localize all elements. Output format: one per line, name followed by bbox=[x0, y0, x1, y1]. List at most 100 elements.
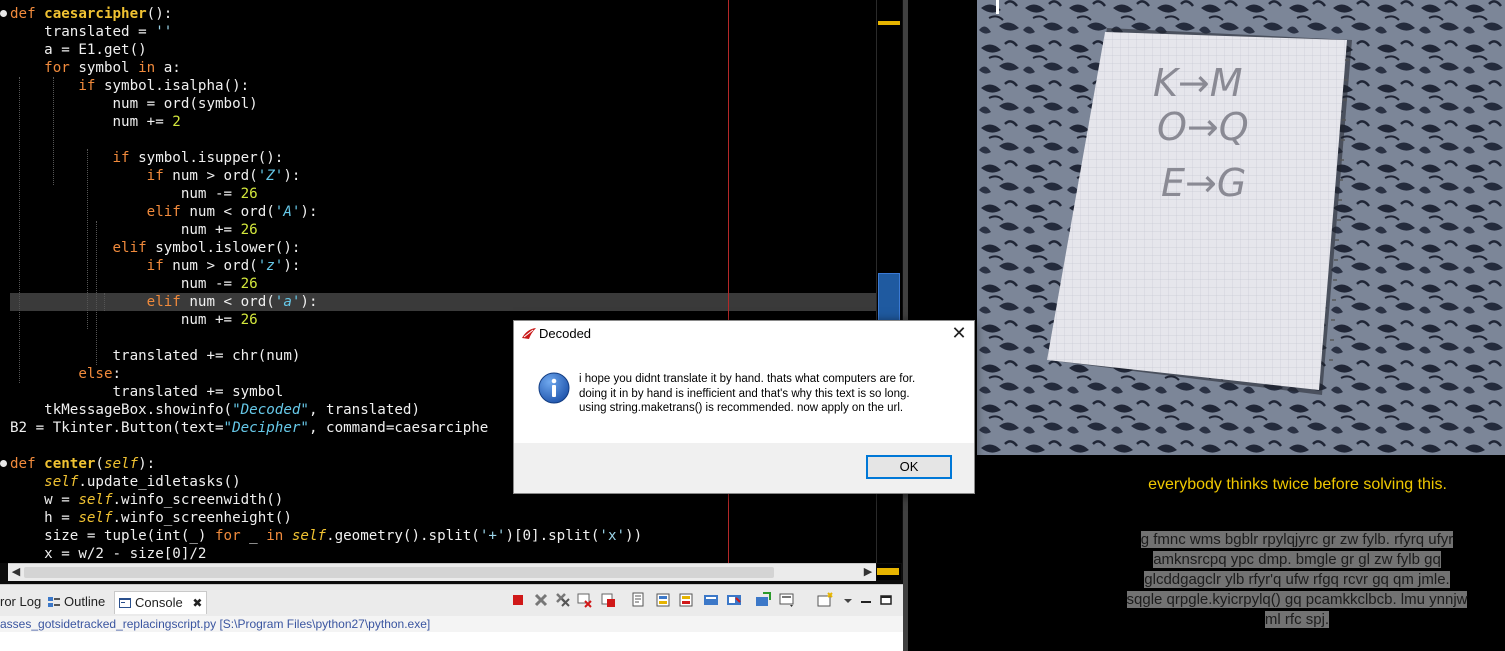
code-line[interactable]: def center(self): bbox=[10, 455, 155, 473]
code-token: translated = bbox=[10, 24, 156, 40]
code-token: symbol bbox=[78, 60, 139, 76]
scroll-lock-icon[interactable] bbox=[600, 592, 616, 608]
code-line[interactable]: if num > ord('z'): bbox=[10, 257, 301, 275]
code-token: elif bbox=[10, 240, 156, 256]
new-console-icon[interactable] bbox=[817, 592, 833, 608]
fold-marker-icon[interactable] bbox=[0, 460, 7, 467]
cipher-text: g fmnc wms bgblr rpylqjyrc gr zw fylb. r… bbox=[1096, 530, 1498, 630]
code-line[interactable]: translated += chr(num) bbox=[10, 347, 300, 365]
show-on-stdout-icon[interactable] bbox=[655, 592, 671, 608]
code-line[interactable]: num -= 26 bbox=[10, 275, 258, 293]
outline-icon bbox=[48, 597, 60, 607]
code-line[interactable]: def caesarcipher(): bbox=[10, 5, 172, 23]
code-line[interactable]: self.update_idletasks() bbox=[10, 473, 241, 491]
tab-label: Outline bbox=[64, 594, 106, 609]
code-line[interactable]: x = w/2 - size[0]/2 bbox=[10, 545, 206, 563]
code-line[interactable]: num += 2 bbox=[10, 113, 180, 131]
code-line[interactable]: num += 26 bbox=[10, 311, 258, 329]
show-on-stderr-icon[interactable] bbox=[678, 592, 694, 608]
tab-console[interactable]: Console ✖ bbox=[114, 591, 208, 614]
console-view-bar: ror Log Outline Console ✖ bbox=[0, 584, 903, 617]
cipher-line: glcddgagclr ylb rfyr'q ufw rfgq rcvr gq … bbox=[1144, 571, 1450, 588]
code-token: def bbox=[10, 6, 45, 22]
tab-error-log[interactable]: ror Log bbox=[0, 593, 41, 611]
code-token: translated += symbol bbox=[10, 384, 284, 400]
code-token: self bbox=[78, 510, 113, 526]
word-wrap-icon[interactable] bbox=[631, 592, 647, 608]
code-line[interactable]: tkMessageBox.showinfo("Decoded", transla… bbox=[10, 401, 420, 419]
console-options-icon[interactable] bbox=[779, 592, 795, 608]
code-token: a = E1.get() bbox=[10, 42, 147, 58]
code-token: ): bbox=[283, 168, 301, 184]
display-console-icon[interactable] bbox=[726, 592, 742, 608]
code-token: num += bbox=[10, 222, 241, 238]
code-token: elif bbox=[10, 204, 190, 220]
dialog-titlebar[interactable]: Decoded ✕ bbox=[514, 321, 974, 346]
code-token: num += bbox=[10, 114, 173, 130]
code-line[interactable]: else: bbox=[10, 365, 121, 383]
scroll-right-icon[interactable]: ▶ bbox=[862, 565, 874, 579]
remove-launch-icon[interactable] bbox=[533, 592, 549, 608]
code-line[interactable]: num -= 26 bbox=[10, 185, 258, 203]
code-line[interactable]: size = tuple(int(_) for _ in self.geomet… bbox=[10, 527, 642, 545]
code-token: num > ord( bbox=[172, 258, 258, 274]
minimize-icon[interactable] bbox=[858, 592, 874, 608]
code-token: h = bbox=[10, 510, 79, 526]
code-line[interactable]: elif num < ord('a'): bbox=[10, 293, 876, 311]
console-output[interactable] bbox=[0, 632, 903, 651]
tab-label: ror Log bbox=[0, 594, 42, 609]
code-line[interactable]: if symbol.isupper(): bbox=[10, 149, 283, 167]
code-line[interactable]: elif num < ord('A'): bbox=[10, 203, 318, 221]
tab-outline[interactable]: Outline bbox=[48, 593, 105, 611]
code-line[interactable]: elif symbol.islower(): bbox=[10, 239, 300, 257]
ok-button[interactable]: OK bbox=[866, 455, 952, 479]
code-line[interactable]: translated = '' bbox=[10, 23, 172, 41]
code-token: w = bbox=[10, 492, 79, 508]
code-line[interactable]: num = ord(symbol) bbox=[10, 95, 257, 113]
code-token: .winfo_screenheight() bbox=[112, 510, 292, 526]
code-token: .update_idletasks() bbox=[78, 474, 241, 490]
message-line: using string.maketrans() is recommended.… bbox=[579, 402, 904, 414]
terminate-icon[interactable] bbox=[510, 592, 526, 608]
code-line[interactable]: a = E1.get() bbox=[10, 41, 147, 59]
code-token: for bbox=[215, 528, 250, 544]
code-line[interactable]: B2 = Tkinter.Button(text="Decipher", com… bbox=[10, 419, 488, 437]
scroll-left-icon[interactable]: ◀ bbox=[10, 565, 22, 579]
page-caption: everybody thinks twice before solving th… bbox=[1148, 476, 1447, 493]
code-token: num += bbox=[10, 312, 241, 328]
remove-all-terminated-icon[interactable] bbox=[555, 592, 571, 608]
open-console-icon[interactable] bbox=[755, 592, 771, 608]
code-token: 'z' bbox=[257, 258, 284, 274]
scrollbar-thumb[interactable] bbox=[24, 567, 774, 578]
code-token: else bbox=[10, 366, 113, 382]
code-line[interactable]: w = self.winfo_screenwidth() bbox=[10, 491, 283, 509]
code-token: if bbox=[10, 258, 173, 274]
close-tab-icon[interactable]: ✖ bbox=[192, 596, 202, 610]
chevron-down-icon[interactable] bbox=[840, 592, 856, 608]
close-icon[interactable]: ✕ bbox=[944, 321, 974, 346]
code-token: ): bbox=[283, 258, 301, 274]
pin-console-icon[interactable] bbox=[703, 592, 719, 608]
indent-guide bbox=[104, 293, 106, 311]
code-token: num > ord( bbox=[172, 168, 258, 184]
fold-marker-icon[interactable] bbox=[0, 10, 7, 17]
warning-marker[interactable] bbox=[878, 21, 900, 25]
notebook-line: O→Q bbox=[1157, 105, 1249, 149]
overview-thumb[interactable] bbox=[878, 273, 900, 321]
dialog-message: i hope you didnt translate it by hand. t… bbox=[579, 372, 959, 416]
indent-guide bbox=[18, 77, 20, 383]
code-token: if bbox=[10, 78, 104, 94]
code-line[interactable]: for symbol in a: bbox=[10, 59, 181, 77]
code-line[interactable]: h = self.winfo_screenheight() bbox=[10, 509, 292, 527]
clear-console-icon[interactable] bbox=[577, 592, 593, 608]
code-token: 'Z' bbox=[257, 168, 284, 184]
indent-guide bbox=[86, 149, 88, 329]
horizontal-scrollbar[interactable]: ◀ ▶ bbox=[8, 563, 876, 581]
code-token: "Decoded" bbox=[232, 402, 309, 418]
code-line[interactable]: translated += symbol bbox=[10, 383, 283, 401]
code-token: def bbox=[10, 456, 45, 472]
code-line[interactable]: if symbol.isalpha(): bbox=[10, 77, 249, 95]
maximize-icon[interactable] bbox=[878, 592, 894, 608]
dialog-body: i hope you didnt translate it by hand. t… bbox=[514, 346, 974, 443]
code-line[interactable]: num += 26 bbox=[10, 221, 258, 239]
